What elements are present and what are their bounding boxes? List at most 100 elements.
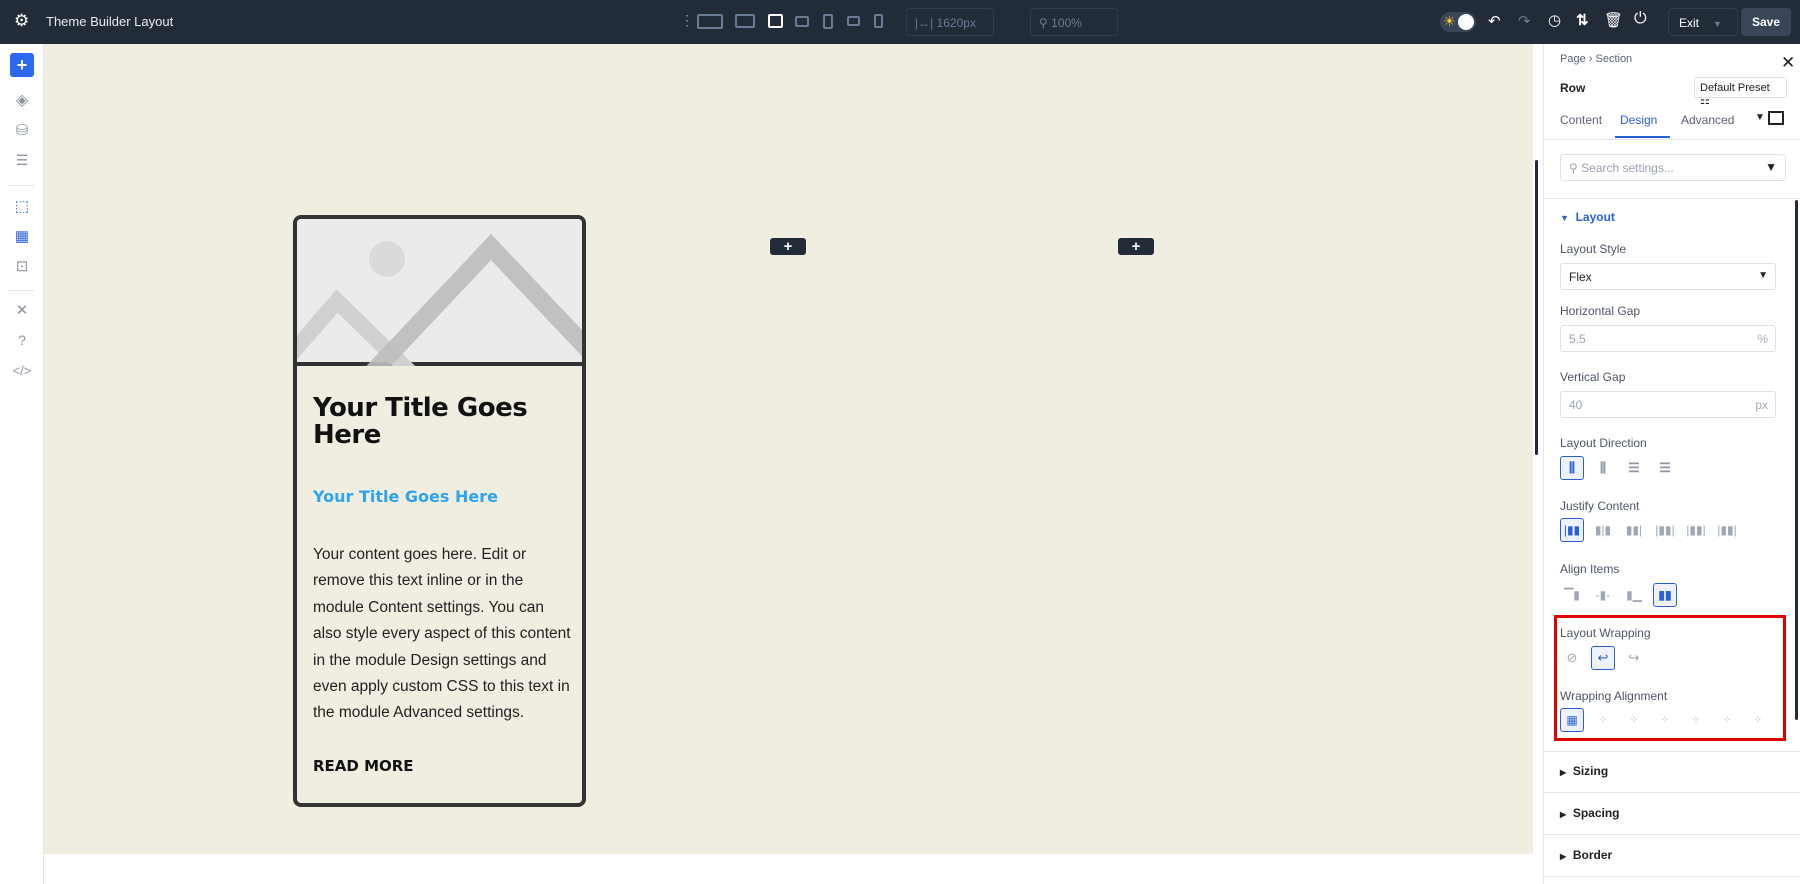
- redo-icon[interactable]: ↷: [1518, 12, 1531, 30]
- preset-settings-icon: ⚏: [1700, 95, 1710, 107]
- view-mode-icon[interactable]: [1768, 111, 1784, 125]
- direction-column-reverse-icon[interactable]: ☰: [1653, 456, 1677, 480]
- layout-style-select[interactable]: Flex ▼: [1560, 263, 1776, 290]
- add-module-button[interactable]: +: [1118, 238, 1154, 255]
- close-icon[interactable]: ✕: [1781, 53, 1795, 73]
- sizing-section-toggle[interactable]: ▶ Sizing: [1560, 764, 1608, 778]
- card-title: Your Title Goes Here: [313, 393, 528, 450]
- tab-design[interactable]: Design: [1620, 113, 1657, 127]
- justify-content-options: |▮▮ ▮|▮ ▮▮| |▮▮| |▮▮| |▮▮|: [1560, 518, 1739, 542]
- caret-right-icon: ▶: [1560, 810, 1567, 819]
- wrap-align-end-icon[interactable]: ⁘: [1653, 708, 1677, 732]
- align-end-icon[interactable]: ▮▁: [1622, 583, 1646, 607]
- database-icon[interactable]: ⛁: [10, 118, 34, 142]
- zoom-field[interactable]: ⚲ 100%: [1030, 8, 1118, 36]
- image-placeholder-icon: [297, 233, 582, 396]
- more-vertical-icon[interactable]: ⋮: [680, 12, 694, 29]
- panel-scrollbar[interactable]: [1795, 200, 1798, 720]
- vertical-gap-input[interactable]: 40 px: [1560, 391, 1776, 418]
- breadcrumb-section[interactable]: Section: [1595, 53, 1632, 65]
- wrap-align-center-icon[interactable]: ⁘: [1622, 708, 1646, 732]
- align-stretch-icon[interactable]: ▮▮: [1653, 583, 1677, 607]
- element-name: Row: [1560, 81, 1586, 95]
- device-tablet[interactable]: [795, 16, 809, 27]
- filter-icon[interactable]: ▼: [1765, 160, 1777, 174]
- add-icon[interactable]: +: [10, 53, 34, 77]
- border-section-toggle[interactable]: ▶ Border: [1560, 848, 1612, 862]
- align-items-options: ▔▮ -▮- ▮▁ ▮▮: [1560, 583, 1677, 607]
- read-more-link[interactable]: READ MORE: [313, 757, 414, 775]
- trash-icon[interactable]: 🗑: [1604, 11, 1623, 29]
- canvas-width-field[interactable]: |↔| 1620px: [906, 8, 994, 36]
- justify-space-between-icon[interactable]: |▮▮|: [1653, 518, 1677, 542]
- wrap-align-space-between-icon[interactable]: ⁘: [1684, 708, 1708, 732]
- align-start-icon[interactable]: ▔▮: [1560, 583, 1584, 607]
- caret-right-icon: ▶: [1560, 852, 1567, 861]
- justify-center-icon[interactable]: ▮|▮: [1591, 518, 1615, 542]
- layout-section-toggle[interactable]: ▼ Layout: [1560, 210, 1615, 224]
- layout-icon[interactable]: ☰: [10, 148, 34, 172]
- exit-button[interactable]: Exit ▼: [1668, 8, 1738, 36]
- wrap-align-space-around-icon[interactable]: ⁘: [1715, 708, 1739, 732]
- top-toolbar: ⚙ Theme Builder Layout ⋮ |↔| 1620px ⚲ 10…: [0, 0, 1800, 44]
- gear-icon[interactable]: ⚙: [14, 11, 29, 31]
- breadcrumb-page[interactable]: Page: [1560, 53, 1586, 65]
- caret-right-icon: ▶: [1560, 768, 1567, 777]
- spacing-section-toggle[interactable]: ▶ Spacing: [1560, 806, 1620, 820]
- sort-icon[interactable]: ⇅: [1576, 11, 1589, 29]
- caret-down-icon[interactable]: ▼: [1755, 112, 1765, 123]
- app-title: Theme Builder Layout: [46, 14, 174, 29]
- add-module-button[interactable]: +: [770, 238, 806, 255]
- wrap-align-stretch-icon[interactable]: ▦: [1560, 708, 1584, 732]
- undo-icon[interactable]: ↶: [1488, 12, 1501, 30]
- divider: [1544, 876, 1800, 877]
- align-center-icon[interactable]: -▮-: [1591, 583, 1615, 607]
- wrap-align-start-icon[interactable]: ⁘: [1591, 708, 1615, 732]
- direction-row-icon[interactable]: ⫼: [1560, 456, 1584, 480]
- blurb-card[interactable]: Your Title Goes Here Your Title Goes Her…: [293, 215, 586, 807]
- tab-content[interactable]: Content: [1560, 113, 1602, 127]
- code-icon[interactable]: </>: [10, 358, 34, 382]
- device-phone-large[interactable]: [823, 14, 833, 29]
- select-row-icon[interactable]: ▦: [10, 224, 34, 248]
- canvas-scrollbar[interactable]: [1535, 160, 1538, 455]
- help-icon[interactable]: ?: [10, 328, 34, 352]
- divider: [8, 185, 34, 186]
- justify-end-icon[interactable]: ▮▮|: [1622, 518, 1646, 542]
- history-icon[interactable]: ◷: [1548, 11, 1561, 29]
- device-tablet-landscape[interactable]: [768, 14, 783, 28]
- divider: [1544, 198, 1800, 199]
- chevron-down-icon: ▼: [1758, 270, 1768, 281]
- preset-button[interactable]: Default Preset ⚏: [1694, 77, 1787, 107]
- preview-icon[interactable]: ⊡: [10, 254, 34, 278]
- power-icon[interactable]: ⏻: [1634, 10, 1647, 28]
- device-desktop[interactable]: [735, 14, 755, 28]
- tab-advanced[interactable]: Advanced: [1681, 113, 1734, 127]
- horizontal-gap-input[interactable]: 5.5%: [1560, 325, 1776, 352]
- tools-icon[interactable]: ✕: [10, 298, 34, 322]
- save-button[interactable]: Save: [1741, 8, 1791, 36]
- vertical-gap-value: 40: [1569, 398, 1583, 412]
- justify-start-icon[interactable]: |▮▮: [1560, 518, 1584, 542]
- select-module-icon[interactable]: ⬚: [10, 194, 34, 218]
- search-settings-input[interactable]: ⚲ Search settings... ▼: [1560, 154, 1786, 181]
- device-phone-landscape[interactable]: [847, 16, 860, 26]
- direction-row-reverse-icon[interactable]: ⫼: [1591, 456, 1615, 480]
- layers-icon[interactable]: ◈: [10, 88, 34, 112]
- device-desktop-wide[interactable]: [697, 14, 723, 29]
- wrap-reverse-icon[interactable]: ↪: [1622, 646, 1646, 670]
- toggle-knob: [1458, 14, 1474, 30]
- device-phone[interactable]: [874, 14, 883, 28]
- wrap-icon[interactable]: ↩: [1591, 646, 1615, 670]
- caret-down-icon: ▼: [1560, 213, 1569, 223]
- theme-toggle[interactable]: ☀: [1440, 12, 1476, 32]
- justify-space-evenly-icon[interactable]: |▮▮|: [1715, 518, 1739, 542]
- settings-panel: Page › Section ✕ Row Default Preset ⚏ Co…: [1543, 44, 1800, 884]
- width-icon: |↔|: [915, 16, 934, 30]
- wrap-align-space-evenly-icon[interactable]: ⁘: [1746, 708, 1770, 732]
- chevron-down-icon[interactable]: ▼: [1713, 19, 1722, 29]
- justify-space-around-icon[interactable]: |▮▮|: [1684, 518, 1708, 542]
- divider: [8, 290, 34, 291]
- direction-column-icon[interactable]: ☰: [1622, 456, 1646, 480]
- no-wrap-icon[interactable]: ⊘: [1560, 646, 1584, 670]
